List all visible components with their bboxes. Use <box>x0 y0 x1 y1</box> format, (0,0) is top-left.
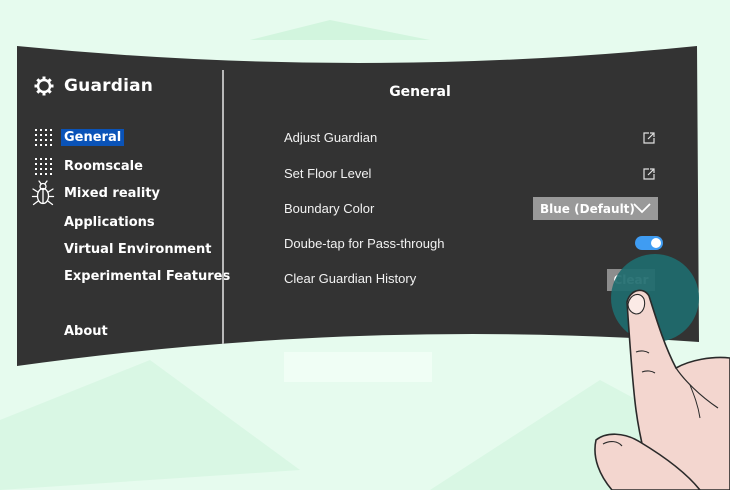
clear-button[interactable]: Clear <box>607 269 655 291</box>
sidebar-item-experimental-features[interactable]: Experimental Features <box>34 267 233 285</box>
grid-icon <box>35 158 52 175</box>
sidebar-title: Guardian <box>64 76 154 96</box>
gear-icon <box>34 76 54 96</box>
sidebar-item-about[interactable]: About <box>34 322 111 340</box>
sidebar-item-roomscale[interactable]: Roomscale <box>34 157 146 175</box>
sidebar-item-label: Applications <box>64 214 155 230</box>
page-title: General <box>389 84 451 100</box>
sidebar-item-label: Virtual Environment <box>64 241 212 257</box>
toggle-knob <box>651 238 661 248</box>
sidebar-item-label: Mixed reality <box>64 185 161 201</box>
double-tap-pass-through-label: Doube-tap for Pass-through <box>284 236 445 251</box>
sidebar-item-label: Roomscale <box>64 158 143 174</box>
dropdown-value: Blue (Default) <box>540 201 635 216</box>
adjust-guardian-label: Adjust Guardian <box>284 130 378 145</box>
sidebar-item-applications[interactable]: Applications <box>34 213 158 231</box>
set-floor-level-label: Set Floor Level <box>284 166 372 181</box>
sidebar-item-general[interactable]: General <box>34 128 125 146</box>
sidebar-item-label: About <box>64 323 108 339</box>
pass-through-toggle[interactable] <box>635 236 663 250</box>
sidebar-header: Guardian <box>34 76 153 96</box>
clear-guardian-history-label: Clear Guardian History <box>284 271 417 286</box>
external-link-icon[interactable] <box>642 167 656 181</box>
sidebar-item-virtual-environment[interactable]: Virtual Environment <box>34 240 214 258</box>
grid-icon <box>35 129 52 146</box>
external-link-icon[interactable] <box>642 131 656 145</box>
sidebar-item-label: General <box>61 128 125 146</box>
sidebar-divider <box>222 70 224 344</box>
floor-slab <box>284 352 432 382</box>
sidebar-item-mixed-reality[interactable]: Mixed reality <box>31 180 163 206</box>
chevron-down-icon <box>633 203 651 214</box>
boundary-color-dropdown[interactable]: Blue (Default) <box>533 197 658 220</box>
guardian-panel: Guardian General Roomscale Mixed reality… <box>0 0 730 490</box>
bug-icon <box>31 180 55 206</box>
sidebar-item-label: Experimental Features <box>64 268 231 284</box>
boundary-color-label: Boundary Color <box>284 201 375 216</box>
